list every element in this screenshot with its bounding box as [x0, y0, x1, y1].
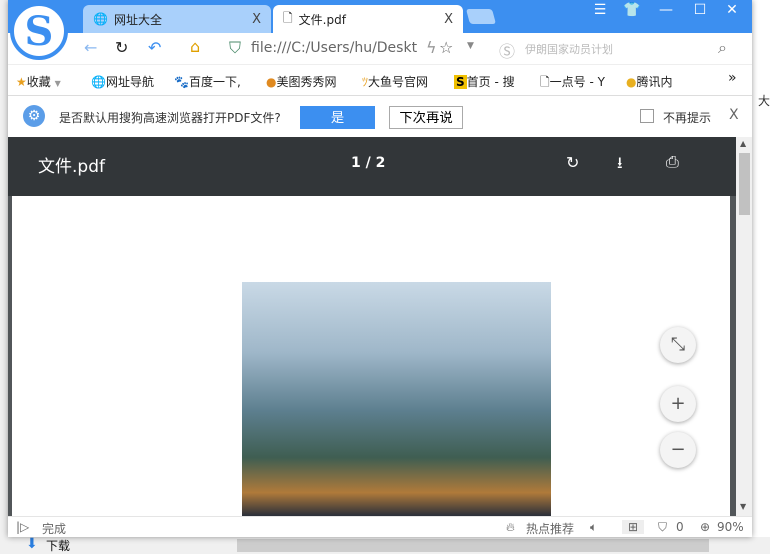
- gear-icon: ⚙: [23, 105, 45, 127]
- baidu-icon: 🐾: [174, 75, 189, 89]
- bookmark-item[interactable]: ﾂ大鱼号官网: [362, 73, 428, 90]
- bookmark-item[interactable]: S 首页 - 搜: [454, 73, 515, 90]
- shield-icon: ⛉: [229, 38, 242, 57]
- prompt-text: 是否默认用搜狗高速浏览器打开PDF文件?: [59, 111, 281, 125]
- bookmark-label: 百度一下,: [188, 75, 241, 89]
- lightning-icon[interactable]: ϟ: [426, 38, 437, 57]
- bookmark-label: 网址导航: [105, 75, 154, 89]
- tab-web-directory[interactable]: 🌐 网址大全 X: [83, 5, 271, 33]
- bookmark-label: 首页 - 搜: [466, 75, 515, 89]
- refresh-icon[interactable]: ↻: [115, 38, 128, 57]
- chevron-down-icon[interactable]: ▼: [467, 41, 474, 51]
- hot-recommend-link[interactable]: 热点推荐: [526, 520, 574, 537]
- browser-window: 🌐 网址大全 X 🗋 文件.pdf X ☰ 👕 — ☐ ✕ ← ↻ ↶ ⌂ ⛉ file…: [8, 0, 752, 537]
- undo-icon[interactable]: ↶: [148, 38, 161, 57]
- tencent-icon: ●: [626, 75, 637, 89]
- pdf-page: ⤡ + −: [12, 196, 730, 516]
- download-icon[interactable]: ⭳: [617, 152, 623, 179]
- fit-page-button[interactable]: ⤡: [660, 327, 696, 363]
- download-arrow-icon: ⬇: [26, 536, 38, 552]
- close-tab-button[interactable]: X: [252, 12, 261, 27]
- page-indicator: 1 / 2: [351, 155, 386, 171]
- sidebar-toggle-icon[interactable]: |▷: [16, 520, 29, 534]
- meitu-icon: ●: [266, 75, 277, 89]
- pdf-default-prompt: ⚙ 是否默认用搜狗高速浏览器打开PDF文件? 是 下次再说 不再提示 X: [8, 97, 752, 137]
- maximize-button[interactable]: ☐: [688, 2, 712, 18]
- later-button[interactable]: 下次再说: [389, 106, 463, 129]
- globe-icon: 🌐: [91, 75, 106, 89]
- tab-label: 网址大全: [113, 12, 162, 27]
- skin-icon[interactable]: 👕: [620, 2, 644, 18]
- vertical-scrollbar[interactable]: ▲ ▼: [736, 137, 752, 516]
- url-input[interactable]: file:///C:/Users/hu/Deskt: [251, 40, 426, 56]
- back-icon[interactable]: ←: [84, 38, 97, 57]
- star-icon[interactable]: ☆: [439, 38, 453, 57]
- adblock-count: 0: [676, 520, 684, 534]
- minimize-button[interactable]: —: [654, 2, 678, 18]
- sohu-icon: S: [454, 75, 467, 89]
- bookmark-item[interactable]: ●腾讯内: [626, 73, 673, 90]
- home-icon[interactable]: ⌂: [190, 37, 200, 56]
- bookmark-item[interactable]: 🌐网址导航: [91, 73, 154, 90]
- bookmark-favorites[interactable]: ★收藏 ▼: [16, 73, 61, 90]
- search-input[interactable]: 伊朗国家动员计划: [525, 41, 613, 57]
- sound-icon[interactable]: 🔈︎: [590, 520, 597, 535]
- rotate-icon[interactable]: ↻: [566, 153, 579, 172]
- background-window: 大: [752, 0, 770, 554]
- close-tab-button[interactable]: X: [444, 12, 453, 27]
- zoom-in-button[interactable]: +: [660, 386, 696, 422]
- star-icon: ★: [16, 75, 27, 89]
- bookmark-label: 收藏: [26, 75, 51, 89]
- new-tab-button[interactable]: [465, 9, 497, 24]
- menu-icon[interactable]: ☰: [588, 2, 612, 18]
- globe-icon: 🌐: [93, 12, 108, 26]
- bookmark-label: 一点号 - Y: [549, 75, 605, 89]
- dont-remind-label: 不再提示: [663, 111, 712, 125]
- search-icon[interactable]: ⌕: [718, 38, 727, 58]
- fire-icon[interactable]: 🔥︎: [506, 520, 515, 535]
- file-icon: 🗋: [540, 75, 550, 89]
- title-bar: 🌐 网址大全 X 🗋 文件.pdf X ☰ 👕 — ☐ ✕: [8, 0, 752, 33]
- screenshot-icon[interactable]: ⊞: [622, 520, 645, 534]
- bookmark-label: 腾讯内: [636, 75, 673, 89]
- adblock-icon[interactable]: ⛉: [658, 520, 667, 535]
- sogou-search-icon: Ⓢ: [499, 42, 516, 61]
- bookmark-label: 大鱼号官网: [368, 75, 429, 89]
- bookmark-item[interactable]: ●美图秀秀网: [266, 73, 337, 90]
- zoom-level[interactable]: 90%: [717, 520, 744, 534]
- scroll-down-icon[interactable]: ▼: [740, 502, 746, 511]
- pdf-toolbar: 文件.pdf 1 / 2 ↻ ⭳ ⎙: [8, 137, 736, 196]
- scrollbar-thumb[interactable]: [739, 153, 750, 215]
- zoom-icon[interactable]: ⊕: [700, 520, 710, 534]
- close-window-button[interactable]: ✕: [720, 2, 744, 18]
- close-prompt-button[interactable]: X: [729, 107, 739, 123]
- status-text: 完成: [42, 522, 67, 536]
- zoom-out-button[interactable]: −: [660, 432, 696, 468]
- pdf-title: 文件.pdf: [38, 157, 105, 177]
- address-bar: ← ↻ ↶ ⌂ ⛉ file:///C:/Users/hu/Deskt ϟ ☆ …: [8, 33, 752, 64]
- horizontal-scrollbar[interactable]: [237, 539, 709, 552]
- download-label[interactable]: 下载: [46, 537, 70, 554]
- tab-label: 文件.pdf: [298, 12, 346, 27]
- bookmarks-bar: ★收藏 ▼ 🌐网址导航 🐾百度一下, ●美图秀秀网 ﾂ大鱼号官网 S 首页 - 搜…: [8, 64, 752, 96]
- print-icon[interactable]: ⎙: [666, 152, 679, 172]
- yes-button[interactable]: 是: [300, 106, 375, 129]
- scroll-up-icon[interactable]: ▲: [740, 139, 746, 148]
- bookmark-label: 美图秀秀网: [276, 75, 337, 89]
- file-icon: 🗋: [283, 10, 293, 25]
- status-bar: |▷ 完成 🔥︎ 热点推荐 🔈︎ ⊞ ⛉ 0 ⊕ 90%: [8, 516, 752, 537]
- background-text: 大: [758, 94, 770, 108]
- tab-pdf[interactable]: 🗋 文件.pdf X: [273, 5, 463, 33]
- background-taskbar: ⬇ 下载: [0, 536, 770, 554]
- more-bookmarks-button[interactable]: »: [728, 70, 737, 86]
- bookmark-item[interactable]: 🐾百度一下,: [174, 73, 241, 90]
- pdf-viewer: ⤡ + −: [8, 196, 736, 516]
- dont-remind-checkbox[interactable]: [640, 109, 654, 123]
- bookmark-item[interactable]: 🗋一点号 - Y: [540, 73, 605, 94]
- sogou-logo[interactable]: S: [10, 2, 68, 60]
- pdf-image: [242, 282, 551, 516]
